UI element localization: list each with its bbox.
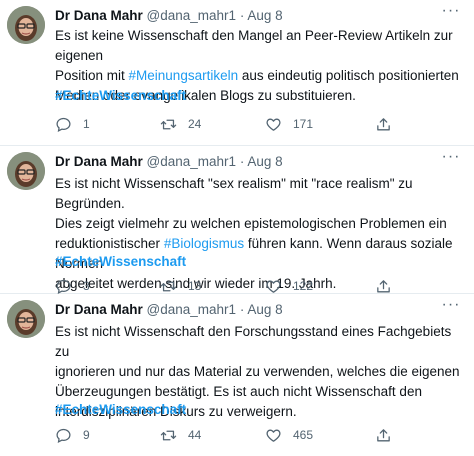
hashtag-link[interactable]: #EchteWissenschaft bbox=[55, 400, 186, 420]
reply-count: 1 bbox=[83, 117, 90, 131]
like-button[interactable]: 122 bbox=[265, 276, 313, 296]
tweet-header: Dr Dana Mahr @dana_mahr1 · Aug 8 bbox=[55, 300, 444, 320]
retweet-button[interactable]: 24 bbox=[160, 114, 201, 134]
hashtag-link[interactable]: #Biologismus bbox=[164, 236, 244, 251]
share-icon bbox=[377, 428, 390, 441]
tweet-date[interactable]: Aug 8 bbox=[247, 154, 282, 169]
like-count: 465 bbox=[293, 428, 314, 442]
like-count: 171 bbox=[293, 117, 314, 131]
more-dots-icon[interactable]: ··· bbox=[440, 3, 462, 26]
avatar[interactable] bbox=[7, 6, 45, 44]
tweet-header: Dr Dana Mahr @dana_mahr1 · Aug 8 bbox=[55, 6, 444, 26]
reply-count: 9 bbox=[83, 428, 90, 442]
text-line: Überzeugungen bestätigt. Es ist auch nic… bbox=[55, 382, 460, 402]
author-handle[interactable]: @dana_mahr1 bbox=[147, 8, 237, 23]
author-handle[interactable]: @dana_mahr1 bbox=[147, 302, 237, 317]
text-span: Dies zeigt vielmehr zu welchen epistemol… bbox=[55, 216, 447, 231]
share-icon bbox=[377, 279, 390, 292]
hashtag-link[interactable]: #Meinungsartikeln bbox=[129, 68, 239, 83]
text-span: Es ist keine Wissenschaft den Mangel an … bbox=[55, 28, 453, 63]
retweet-count: 44 bbox=[188, 428, 202, 442]
text-line: Es ist keine Wissenschaft den Mangel an … bbox=[55, 26, 460, 66]
tweet[interactable]: Dr Dana Mahr @dana_mahr1 · Aug 8 ··· Es … bbox=[0, 146, 474, 294]
text-line: Es ist nicht Wissenschaft "sex realism" … bbox=[55, 174, 460, 214]
retweet-icon bbox=[160, 119, 177, 129]
more-dots-icon[interactable]: ··· bbox=[440, 297, 462, 320]
text-span: Es ist nicht Wissenschaft "sex realism" … bbox=[55, 176, 413, 211]
tweet[interactable]: Dr Dana Mahr @dana_mahr1 · Aug 8 ··· Es … bbox=[0, 0, 474, 146]
reply-icon bbox=[56, 428, 71, 443]
text-line: ignorieren und nur das Material zu verwe… bbox=[55, 362, 460, 382]
text-line: Es ist nicht Wissenschaft den Forschungs… bbox=[55, 322, 460, 362]
text-span: ignorieren und nur das Material zu verwe… bbox=[55, 364, 460, 379]
avatar[interactable] bbox=[7, 152, 45, 190]
like-button[interactable]: 171 bbox=[265, 114, 313, 134]
reply-button[interactable]: 1 bbox=[55, 114, 90, 134]
share-button[interactable] bbox=[375, 425, 392, 445]
retweet-count: 24 bbox=[188, 117, 202, 131]
hashtag-link[interactable]: #EchteWissenschaft bbox=[55, 86, 186, 106]
heart-icon bbox=[266, 118, 281, 131]
text-line: Dies zeigt vielmehr zu welchen epistemol… bbox=[55, 214, 460, 234]
separator: · bbox=[239, 302, 245, 317]
hashtag-link[interactable]: #EchteWissenschaft bbox=[55, 252, 186, 272]
more-dots-icon[interactable]: ··· bbox=[440, 149, 462, 172]
separator: · bbox=[239, 154, 245, 169]
tweet-actions: 1 24 171 bbox=[55, 114, 460, 134]
like-button[interactable]: 465 bbox=[265, 425, 313, 445]
share-button[interactable] bbox=[375, 276, 392, 296]
heart-icon bbox=[266, 429, 281, 442]
tweet-actions: 3 13 122 bbox=[55, 276, 460, 296]
tweet-actions: 9 44 465 bbox=[55, 425, 460, 445]
text-span: reduktionistischer bbox=[55, 236, 164, 251]
tweet-date[interactable]: Aug 8 bbox=[247, 302, 282, 317]
separator: · bbox=[239, 8, 245, 23]
share-button[interactable] bbox=[375, 114, 392, 134]
reply-icon bbox=[56, 279, 71, 294]
reply-button[interactable]: 9 bbox=[55, 425, 90, 445]
author-name[interactable]: Dr Dana Mahr bbox=[55, 154, 143, 169]
tweet-date[interactable]: Aug 8 bbox=[247, 8, 282, 23]
reply-count: 3 bbox=[83, 279, 90, 293]
author-handle[interactable]: @dana_mahr1 bbox=[147, 154, 237, 169]
avatar[interactable] bbox=[7, 300, 45, 338]
like-count: 122 bbox=[293, 279, 314, 293]
text-span: Es ist nicht Wissenschaft den Forschungs… bbox=[55, 324, 452, 359]
author-name[interactable]: Dr Dana Mahr bbox=[55, 302, 143, 317]
tweet[interactable]: Dr Dana Mahr @dana_mahr1 · Aug 8 ··· Es … bbox=[0, 294, 474, 456]
share-icon bbox=[377, 117, 390, 130]
retweet-count: 13 bbox=[188, 279, 202, 293]
retweet-icon bbox=[160, 281, 177, 291]
text-span: Position mit bbox=[55, 68, 129, 83]
text-line: Position mit #Meinungsartikeln aus einde… bbox=[55, 66, 460, 86]
text-span: aus eindeutig politisch positionierten bbox=[238, 68, 459, 83]
retweet-icon bbox=[160, 430, 177, 440]
reply-icon bbox=[56, 117, 71, 132]
author-name[interactable]: Dr Dana Mahr bbox=[55, 8, 143, 23]
text-span: Überzeugungen bestätigt. Es ist auch nic… bbox=[55, 384, 422, 399]
reply-button[interactable]: 3 bbox=[55, 276, 90, 296]
tweet-header: Dr Dana Mahr @dana_mahr1 · Aug 8 bbox=[55, 152, 444, 172]
retweet-button[interactable]: 13 bbox=[160, 276, 201, 296]
heart-icon bbox=[266, 280, 281, 293]
retweet-button[interactable]: 44 bbox=[160, 425, 201, 445]
